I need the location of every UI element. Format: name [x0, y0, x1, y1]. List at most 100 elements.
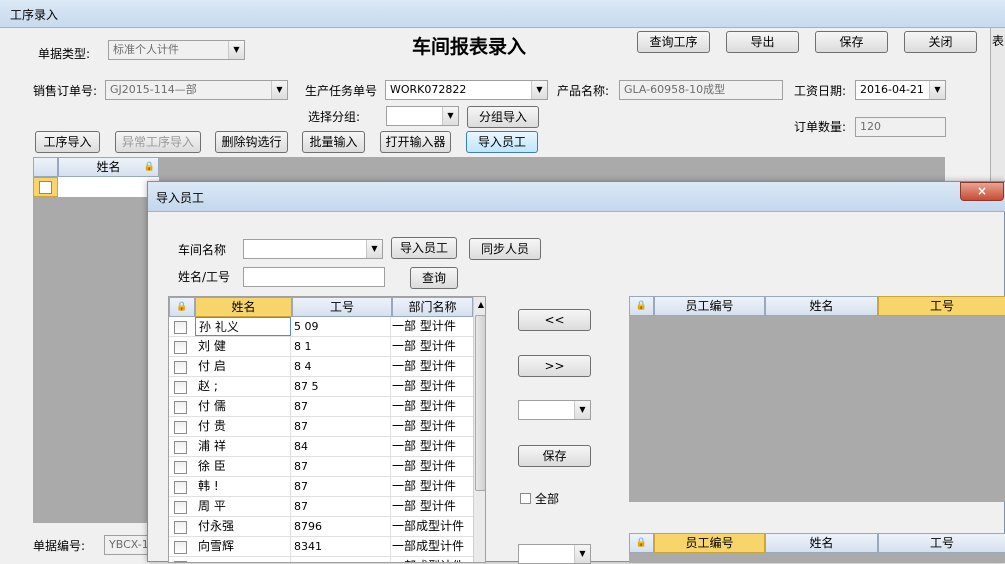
scroll-thumb[interactable]: [475, 315, 485, 491]
table-row[interactable]: 赵 ; 87 5 一部 型计件: [169, 377, 473, 397]
cell-id: 84: [291, 437, 391, 456]
col-header-name[interactable]: 姓名: [195, 297, 292, 317]
close-button[interactable]: 关闭: [904, 31, 977, 53]
doc-no-field[interactable]: YBCX-1: [104, 535, 150, 555]
chevron-down-icon[interactable]: ▼: [531, 81, 547, 99]
row-checkbox[interactable]: [174, 321, 187, 334]
wage-date-picker[interactable]: 2016-04-21 ▼: [855, 80, 946, 100]
col-header-id[interactable]: 工号: [878, 533, 1005, 553]
row-checkbox[interactable]: [174, 561, 187, 562]
chevron-down-icon[interactable]: ▼: [442, 107, 458, 125]
chevron-down-icon[interactable]: ▼: [574, 401, 590, 419]
col-header-id[interactable]: 工号: [878, 296, 1005, 316]
batch-input-button[interactable]: 批量输入: [302, 131, 365, 153]
row-checkbox[interactable]: [174, 421, 187, 434]
table-row[interactable]: 周 平 87 一部 型计件: [169, 497, 473, 517]
selected-employee-grid[interactable]: 🔒 员工编号 姓名 工号: [629, 296, 1005, 502]
move-left-button[interactable]: <<: [518, 309, 591, 331]
row-checkbox[interactable]: [174, 541, 187, 554]
table-row[interactable]: 刘 健8 1 一部 型计件: [169, 337, 473, 357]
lock-icon: 🔒: [635, 538, 648, 548]
chevron-down-icon[interactable]: ▼: [929, 81, 945, 99]
query-process-button[interactable]: 查询工序: [637, 31, 710, 53]
doc-type-select[interactable]: 标准个人计件 ▼: [108, 40, 245, 60]
grid-row[interactable]: [33, 177, 159, 197]
sync-staff-button[interactable]: 同步人员: [469, 238, 541, 260]
sales-order-label: 销售订单号:: [33, 84, 98, 98]
table-row[interactable]: 向雪辉 8341 一部成型计件: [169, 537, 473, 557]
search-button[interactable]: 查询: [410, 267, 458, 289]
cell-id: 87: [291, 417, 391, 436]
row-checkbox[interactable]: [174, 341, 187, 354]
table-row[interactable]: 韩 ! 87 一部 型计件: [169, 477, 473, 497]
row-checkbox[interactable]: [174, 381, 187, 394]
cell-dept: 一部 型计件: [392, 419, 456, 433]
abnormal-process-import-button[interactable]: 异常工序导入: [115, 131, 201, 153]
col-header-employee-no[interactable]: 员工编号: [654, 296, 765, 316]
save-button[interactable]: 保存: [815, 31, 888, 53]
chevron-down-icon[interactable]: ▼: [271, 81, 287, 99]
table-row[interactable]: 一部成型计件: [169, 557, 473, 562]
vertical-scrollbar[interactable]: ▲: [473, 297, 485, 562]
cell-name: 徐 臣: [195, 457, 291, 476]
col-header-name[interactable]: 姓名: [765, 533, 878, 553]
workshop-select[interactable]: ▼: [243, 239, 383, 259]
col-header-dept[interactable]: 部门名称: [392, 297, 473, 317]
open-input-button[interactable]: 打开输入器: [380, 131, 451, 153]
col-header-employee-no[interactable]: 员工编号: [654, 533, 765, 553]
product-name-field[interactable]: GLA-60958-10成型: [619, 80, 783, 100]
delete-checked-rows-button[interactable]: 删除钩选行: [215, 131, 288, 153]
sales-order-select[interactable]: GJ2015-114—部 ▼: [105, 80, 288, 100]
right-edge-label: 表: [992, 34, 1005, 48]
row-checkbox[interactable]: [33, 177, 58, 197]
col-header-name[interactable]: 姓名: [765, 296, 878, 316]
import-employee-button[interactable]: 导入员工: [466, 131, 538, 153]
order-qty-field[interactable]: 120: [855, 117, 946, 137]
cell-dept: 一部 型计件: [392, 459, 456, 473]
table-row[interactable]: 付 启8 4 一部 型计件: [169, 357, 473, 377]
table-row[interactable]: 付永强 8796 一部成型计件: [169, 517, 473, 537]
middle-select-lower[interactable]: ▼: [518, 544, 591, 564]
checkbox-box: [39, 181, 52, 194]
cell-name: 付 启: [195, 357, 291, 376]
row-checkbox[interactable]: [174, 521, 187, 534]
move-right-button[interactable]: >>: [518, 355, 591, 377]
chevron-down-icon[interactable]: ▼: [228, 41, 244, 59]
table-row[interactable]: 付 贵 87 一部 型计件: [169, 417, 473, 437]
dialog-import-employee-button[interactable]: 导入员工: [391, 237, 457, 259]
row-checkbox[interactable]: [174, 361, 187, 374]
row-checkbox[interactable]: [174, 461, 187, 474]
table-row[interactable]: 徐 臣 87 一部 型计件: [169, 457, 473, 477]
dialog-close-button[interactable]: ×: [960, 182, 1004, 201]
workshop-label: 车间名称: [178, 243, 227, 257]
employee-source-grid[interactable]: 🔒 姓名 工号 部门名称 孙 礼义 5 09 一部 型计件刘 健8 1 一部 型计件付…: [168, 296, 486, 563]
table-row[interactable]: 孙 礼义 5 09 一部 型计件: [169, 317, 473, 337]
table-row[interactable]: 浦 祥 84 一部 型计件: [169, 437, 473, 457]
cell-dept: 一部 型计件: [392, 399, 456, 413]
employee-result-grid[interactable]: 🔒 员工编号 姓名 工号: [629, 533, 1005, 563]
group-select[interactable]: ▼: [386, 106, 459, 126]
row-checkbox[interactable]: [174, 441, 187, 454]
table-row[interactable]: 付 儒 87 一部 型计件: [169, 397, 473, 417]
scroll-up-arrow[interactable]: ▲: [474, 297, 485, 313]
chevron-down-icon[interactable]: ▼: [574, 545, 590, 563]
cell-dept: 一部成型计件: [392, 519, 465, 533]
import-employee-dialog: 导入员工 × 车间名称 ▼ 导入员工 同步人员 姓名/工号 查询 🔒 姓名 工号…: [147, 181, 1005, 564]
row-checkbox[interactable]: [174, 481, 187, 494]
grid-corner: 🔒: [169, 297, 195, 317]
chevron-down-icon[interactable]: ▼: [366, 240, 382, 258]
export-button[interactable]: 导出: [726, 31, 799, 53]
dialog-save-button[interactable]: 保存: [518, 445, 591, 467]
grid-corner: [33, 157, 58, 177]
dialog-title-bar: 导入员工 ×: [148, 182, 1005, 212]
row-checkbox[interactable]: [174, 401, 187, 414]
process-import-button[interactable]: 工序导入: [35, 131, 100, 153]
middle-select[interactable]: ▼: [518, 400, 591, 420]
grid-header-name[interactable]: 姓名 🔒: [58, 157, 159, 177]
select-all-checkbox[interactable]: [520, 493, 531, 504]
col-header-id[interactable]: 工号: [292, 297, 392, 317]
group-import-button[interactable]: 分组导入: [467, 106, 539, 128]
row-checkbox[interactable]: [174, 501, 187, 514]
name-id-input[interactable]: [243, 267, 385, 287]
task-no-select[interactable]: WORK072822 ▼: [385, 80, 548, 100]
